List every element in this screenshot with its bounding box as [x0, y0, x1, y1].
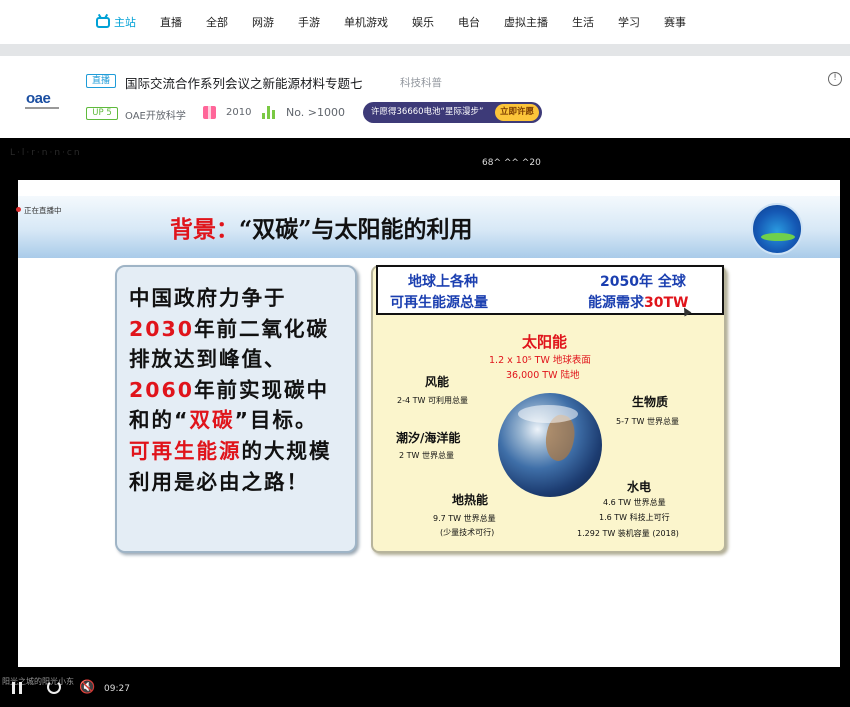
slide-title-prefix: 背景：	[170, 216, 239, 243]
live-indicator-dot	[16, 207, 21, 212]
mute-icon[interactable]: 🔇	[79, 680, 95, 695]
rank-icon	[262, 106, 276, 119]
box-left-line2: 可再生能源总量	[390, 295, 488, 311]
live-status-text: 正在直播中	[24, 206, 62, 215]
wind-title: 风能	[425, 375, 450, 389]
hydro-line3: 1.292 TW 装机容量 (2018)	[577, 529, 679, 538]
nav-item-vtuber[interactable]: 虚拟主播	[504, 14, 548, 30]
logo-underline	[25, 107, 59, 109]
up-level-badge: UP 5	[86, 107, 118, 120]
carbon-goal-line: 中国政府力争于	[129, 283, 347, 314]
biomass-title: 生物质	[632, 395, 669, 409]
top-navigation: 主站 直播 全部 网游 手游 单机游戏 娱乐 电台 虚拟主播 生活 学习 赛事	[0, 0, 850, 44]
tide-title: 潮汐/海洋能	[396, 431, 461, 445]
nav-item-life[interactable]: 生活	[572, 14, 594, 30]
nav-item-label: 主站	[114, 16, 136, 29]
carbon-goal-line: 可再生能源的大规模	[129, 436, 347, 467]
carbon-goal-text: 年前实现碳中	[194, 377, 330, 402]
nav-item-live[interactable]: 直播	[160, 14, 182, 30]
earth-image	[498, 393, 602, 497]
nav-item-study[interactable]: 学习	[618, 14, 640, 30]
energy-summary-bar: 地球上各种 可再生能源总量 2050年 全球 能源需求30TW	[376, 265, 724, 315]
carbon-goal-text: 2060	[129, 377, 195, 402]
nav-item-radio[interactable]: 电台	[458, 14, 480, 30]
solar-line2: 36,000 TW 陆地	[506, 370, 580, 381]
geothermal-line2: (少量技术可行)	[440, 528, 495, 537]
room-category-link[interactable]: 科技科普	[400, 75, 442, 90]
live-tag: 直播	[86, 74, 116, 88]
carbon-goal-textbox: 中国政府力争于 2030年前二氧化碳 排放达到峰值、 2060年前实现碳中 和的“双碳”…	[115, 265, 357, 553]
wind-line1: 2-4 TW 可利用总量	[397, 396, 468, 405]
biomass-line1: 5-7 TW 世界总量	[616, 417, 679, 426]
pause-button-icon[interactable]	[12, 682, 22, 694]
room-header	[0, 56, 850, 138]
player-right-border	[840, 180, 850, 667]
room-title: 国际交流合作系列会议之新能源材料专题七	[125, 76, 363, 91]
nav-item-all[interactable]: 全部	[206, 14, 228, 30]
info-icon[interactable]: !	[828, 72, 842, 86]
carbon-goal-text: ”目标。	[234, 408, 318, 433]
nav-item-single-player-games[interactable]: 单机游戏	[344, 14, 388, 30]
carbon-goal-line: 2060年前实现碳中	[129, 375, 347, 406]
nav-item-entertainment[interactable]: 娱乐	[412, 14, 434, 30]
playback-time: 09:27	[104, 684, 130, 694]
bilibili-icon	[96, 16, 110, 28]
player-top-area	[0, 138, 850, 180]
box-right-line2: 能源需求30TW	[588, 292, 688, 312]
carbon-goal-text: 和的“	[129, 408, 190, 433]
hydro-title: 水电	[627, 480, 652, 494]
nav-item-esports[interactable]: 赛事	[664, 14, 686, 30]
solar-line1: 1.2 x 10⁵ TW 地球表面	[489, 355, 591, 366]
gift-count: 2010	[226, 107, 252, 118]
box-right-line2-label: 能源需求	[588, 295, 644, 311]
carbon-goal-line: 利用是必由之路！	[129, 467, 347, 498]
carbon-goal-text: 的大规模	[241, 438, 332, 463]
carbon-goal-text: 年前二氧化碳	[194, 316, 330, 341]
hydro-line2: 1.6 TW 科技上可行	[599, 513, 670, 522]
player-left-border	[0, 180, 18, 667]
up-name-link[interactable]: OAE开放科学	[125, 107, 186, 122]
slide-title: 背景：“双碳”与太阳能的利用	[170, 210, 472, 244]
nav-item-mobile-games[interactable]: 手游	[298, 14, 320, 30]
university-seal-logo	[751, 203, 803, 255]
tide-line1: 2 TW 世界总量	[399, 451, 454, 460]
carbon-goal-line: 和的“双碳”目标。	[129, 405, 347, 436]
refresh-icon[interactable]	[47, 680, 61, 694]
box-left-line1: 地球上各种	[408, 274, 478, 290]
hydro-line1: 4.6 TW 世界总量	[603, 498, 666, 507]
player-faint-text: L·l·r·n·n·cn	[10, 148, 82, 158]
carbon-goal-text: 双碳	[189, 408, 235, 433]
streamer-logo[interactable]: oae	[26, 90, 51, 107]
geothermal-line1: 9.7 TW 世界总量	[433, 514, 496, 523]
separator-bar	[0, 44, 850, 56]
carbon-goal-line: 排放达到峰值、	[129, 344, 347, 375]
nav-item-online-games[interactable]: 网游	[252, 14, 274, 30]
solar-title: 太阳能	[522, 333, 568, 351]
player-title: 68^ ^^ ^20	[482, 158, 541, 168]
carbon-goal-text: 利用是必由之路！	[129, 469, 309, 494]
slide-title-main: “双碳”与太阳能的利用	[239, 216, 473, 243]
rank-text[interactable]: No. >1000	[286, 106, 345, 119]
promo-wish-button[interactable]: 立即许愿	[495, 104, 539, 121]
carbon-goal-text: 2030	[129, 316, 195, 341]
carbon-goal-text: 排放达到峰值、	[129, 347, 287, 372]
carbon-goal-text: 可再生能源	[129, 438, 242, 463]
carbon-goal-line: 2030年前二氧化碳	[129, 314, 347, 345]
logo-text: oae	[26, 90, 51, 107]
nav-item-home[interactable]: 主站	[96, 14, 136, 30]
gift-icon	[203, 106, 216, 119]
geothermal-title: 地热能	[452, 493, 489, 507]
carbon-goal-text: 中国政府力争于	[129, 286, 287, 310]
box-right-line1: 2050年 全球	[600, 274, 686, 290]
